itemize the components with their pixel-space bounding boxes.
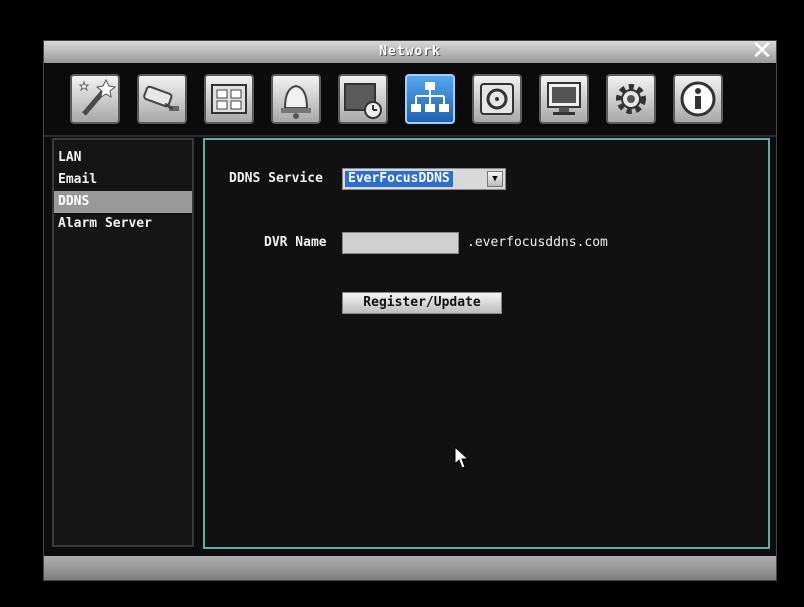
info-button[interactable] [673, 74, 723, 124]
chevron-down-icon[interactable]: ▼ [487, 171, 503, 187]
mouse-pointer-icon [454, 446, 470, 469]
alarm-button[interactable] [271, 74, 321, 124]
network-window: Network ✕ LAN Email DDNS Alarm Server DD… [43, 37, 777, 581]
domain-suffix: .everfocusddns.com [467, 235, 608, 250]
disk-button[interactable] [472, 74, 522, 124]
quick-setup-wand-icon [78, 78, 117, 116]
status-bar [44, 556, 776, 580]
hdd-schedule-icon [344, 83, 382, 119]
sidebar-item-email[interactable]: Email [54, 169, 192, 191]
ddns-service-value: EverFocusDDNS [345, 171, 453, 187]
dvr-name-label: DVR Name [264, 235, 327, 250]
gear-icon [616, 84, 646, 114]
alarm-bell-icon [281, 84, 311, 119]
camera-button[interactable] [137, 74, 187, 124]
close-button[interactable]: ✕ [750, 37, 774, 65]
network-button[interactable] [405, 74, 455, 124]
network-sidebar: LAN Email DDNS Alarm Server [52, 138, 194, 547]
monitor-icon [547, 82, 581, 115]
display-button[interactable] [539, 74, 589, 124]
window-title: Network [379, 44, 441, 59]
film-record-icon [211, 84, 247, 114]
system-settings-button[interactable] [606, 74, 656, 124]
sidebar-item-ddns[interactable]: DDNS [54, 191, 192, 213]
ddns-service-label: DDNS Service [229, 171, 323, 186]
toolbar [44, 63, 776, 137]
sidebar-item-alarm-server[interactable]: Alarm Server [54, 213, 192, 235]
dvr-name-input[interactable] [342, 232, 459, 254]
network-icon [411, 82, 449, 112]
info-icon [680, 81, 716, 117]
title-bar: Network ✕ [44, 37, 776, 65]
ddns-service-select[interactable]: EverFocusDDNS ▼ [342, 168, 506, 190]
record-button[interactable] [204, 74, 254, 124]
camera-icon [143, 85, 179, 111]
register-update-button[interactable]: Register/Update [342, 292, 502, 314]
quick-setup-button[interactable] [70, 74, 120, 124]
ddns-panel: DDNS Service EverFocusDDNS ▼ DVR Name .e… [203, 138, 770, 549]
schedule-button[interactable] [338, 74, 388, 124]
disk-icon [480, 83, 514, 115]
sidebar-item-lan[interactable]: LAN [54, 147, 192, 169]
